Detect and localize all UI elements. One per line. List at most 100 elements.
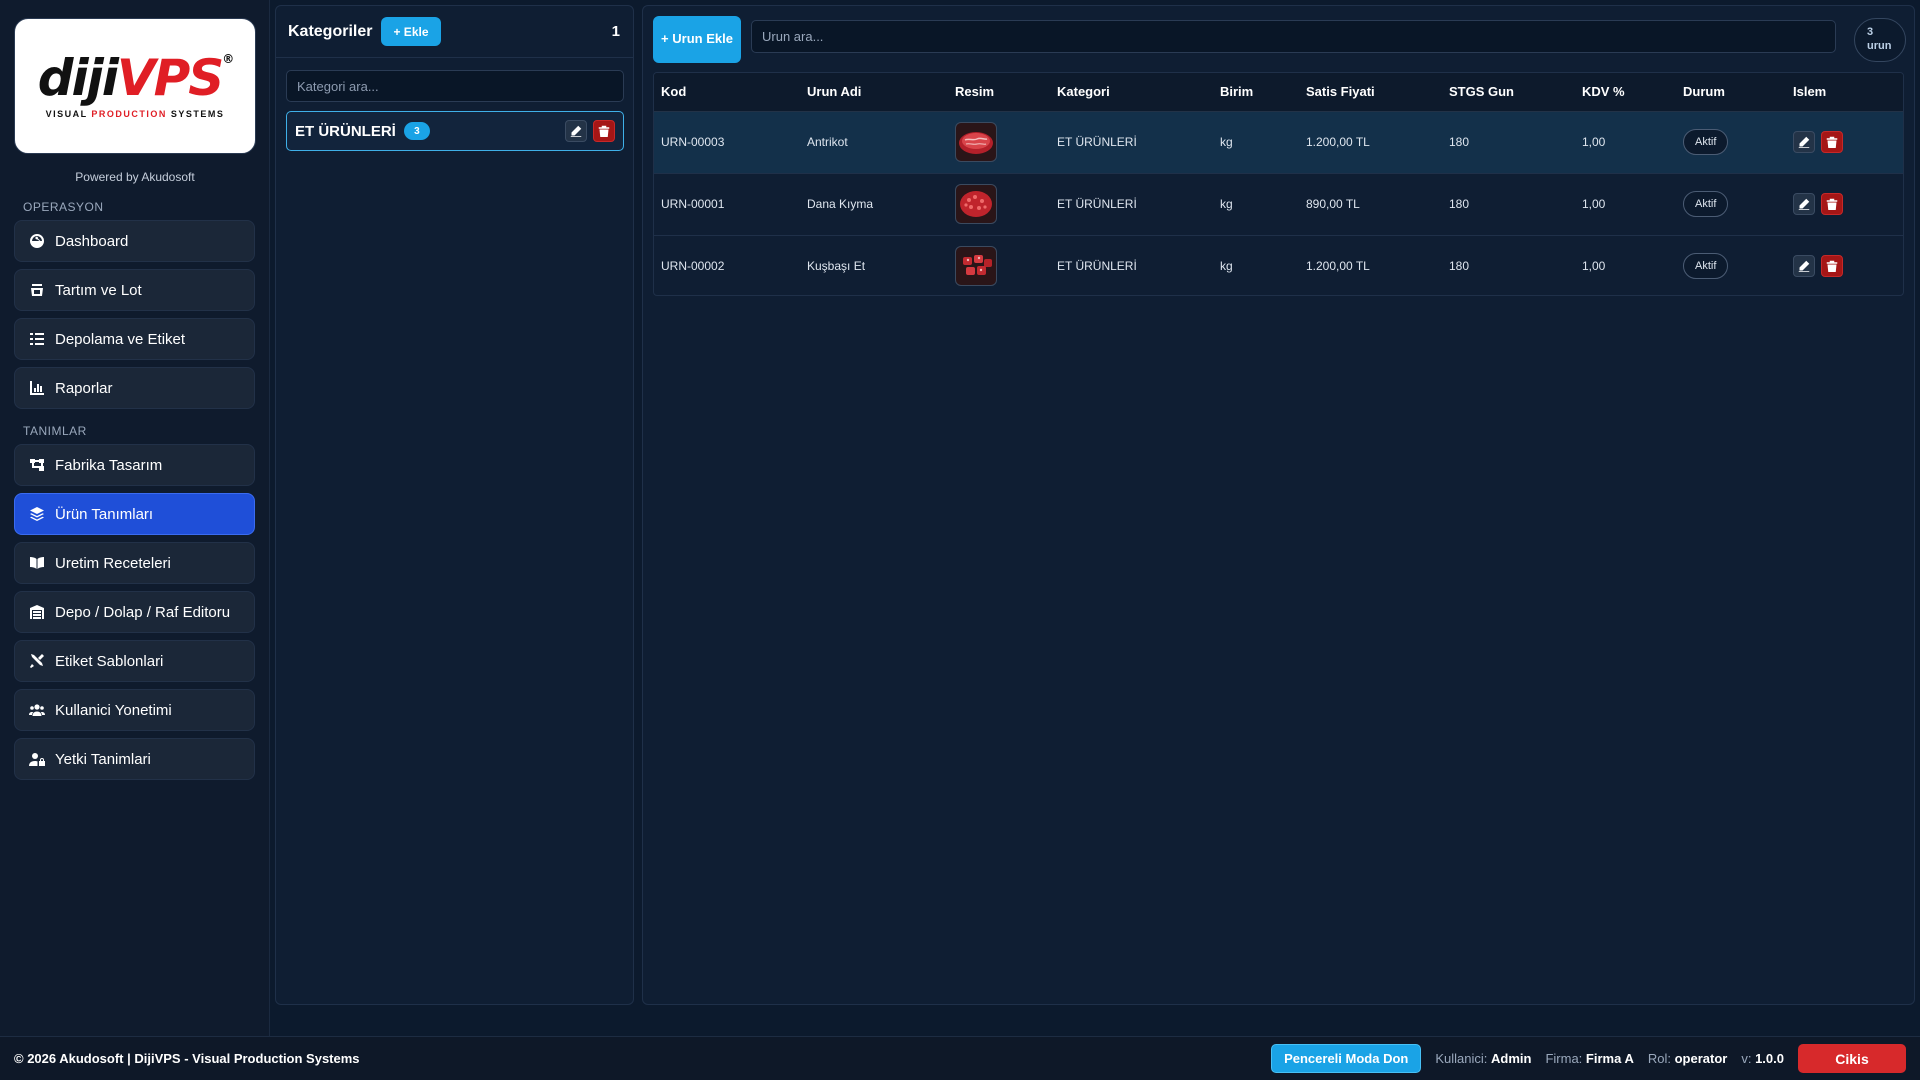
sidebar-item-uretim-receteleri[interactable]: Uretim Receteleri xyxy=(14,542,255,584)
cell-urun-adi: Kuşbaşı Et xyxy=(807,259,866,273)
sidebar-item-label: Ürün Tanımları xyxy=(55,505,154,523)
firm-info: Firma: Firma A xyxy=(1545,1051,1634,1066)
sidebar-item-label: Raporlar xyxy=(55,379,113,397)
cell-birim: kg xyxy=(1220,135,1233,149)
cell-resim xyxy=(948,173,1050,235)
sidebar-item-kullanici-yonetimi[interactable]: Kullanici Yonetimi xyxy=(14,689,255,731)
pencil-icon xyxy=(1798,136,1810,148)
trash-icon xyxy=(598,125,610,137)
chart-icon xyxy=(27,379,47,397)
product-image[interactable] xyxy=(955,122,997,162)
sidebar-item-label: Etiket Sablonlari xyxy=(55,652,164,670)
cell-durum: Aktif xyxy=(1676,111,1786,173)
tools-icon xyxy=(27,652,47,670)
table-header-row: Kod Urun Adi Resim Kategori Birim Satis … xyxy=(654,73,1903,112)
cell-satis-fiyati: 1.200,00 TL xyxy=(1306,135,1370,149)
category-header: Kategoriler + Ekle 1 xyxy=(276,6,633,58)
category-name: ET ÜRÜNLERİ xyxy=(295,122,396,140)
cell-durum: Aktif xyxy=(1676,173,1786,235)
column-header-kdv[interactable]: KDV % xyxy=(1575,73,1676,112)
add-category-button[interactable]: + Ekle xyxy=(381,17,441,46)
sidebar-item-label: Depo / Dolap / Raf Editoru xyxy=(55,603,231,621)
cell-kod: URN-00001 xyxy=(661,197,725,211)
logo: dijiVPS® VISUAL PRODUCTION SYSTEMS xyxy=(14,18,256,154)
product-search-input[interactable] xyxy=(751,20,1836,53)
status-badge: Aktif xyxy=(1683,253,1729,279)
edit-product-button[interactable] xyxy=(1793,193,1815,215)
cell-resim xyxy=(948,235,1050,295)
cell-stgs-gun: 180 xyxy=(1449,259,1470,273)
section-title-tanimlar: TANIMLAR xyxy=(23,424,87,438)
sidebar-item-fabrika[interactable]: Fabrika Tasarım xyxy=(14,444,255,486)
category-item[interactable]: ET ÜRÜNLERİ 3 xyxy=(286,111,624,151)
category-title: Kategoriler xyxy=(288,22,373,40)
column-header-birim[interactable]: Birim xyxy=(1213,73,1299,112)
sidebar-item-depolama[interactable]: Depolama ve Etiket xyxy=(14,318,255,360)
table-row[interactable]: URN-00003 Antrikot ET ÜRÜNLERİ kg 1.200,… xyxy=(654,111,1903,173)
sidebar-item-yetki-tanimlari[interactable]: Yetki Tanimlari xyxy=(14,738,255,780)
category-panel: Kategoriler + Ekle 1 ET ÜRÜNLERİ 3 xyxy=(275,5,634,1005)
windowed-mode-button[interactable]: Pencereli Moda Don xyxy=(1271,1044,1422,1073)
delete-category-button[interactable] xyxy=(593,120,615,142)
sidebar-item-dashboard[interactable]: Dashboard xyxy=(14,220,255,262)
sidebar-item-label: Fabrika Tasarım xyxy=(55,456,163,474)
sidebar-item-raporlar[interactable]: Raporlar xyxy=(14,367,255,409)
logo-tagline: VISUAL PRODUCTION SYSTEMS xyxy=(45,109,225,119)
cell-kod: URN-00003 xyxy=(661,135,725,149)
cell-durum: Aktif xyxy=(1676,235,1786,295)
cell-kdv: 1,00 xyxy=(1582,259,1606,273)
cell-islem xyxy=(1786,173,1903,235)
edit-product-button[interactable] xyxy=(1793,131,1815,153)
column-header-resim: Resim xyxy=(948,73,1050,112)
table-row[interactable]: URN-00001 Dana Kıyma ET ÜRÜNLERİ kg 890,… xyxy=(654,173,1903,235)
status-badge: Aktif xyxy=(1683,191,1729,217)
cell-resim xyxy=(948,111,1050,173)
table-row[interactable]: URN-00002 Kuşbaşı Et ET ÜRÜNLERİ kg 1.20… xyxy=(654,235,1903,295)
column-header-kategori[interactable]: Kategori xyxy=(1050,73,1213,112)
cell-kategori: ET ÜRÜNLERİ xyxy=(1057,135,1137,149)
product-count-unit: urun xyxy=(1867,40,1892,53)
column-header-durum[interactable]: Durum xyxy=(1676,73,1786,112)
list-icon xyxy=(27,330,47,348)
product-panel: + Urun Ekle 3 urun Kod Urun Adi Resim Ka… xyxy=(642,5,1915,1005)
trash-icon xyxy=(1826,260,1838,272)
dashboard-icon xyxy=(27,232,47,250)
column-header-stgs-gun[interactable]: STGS Gun xyxy=(1442,73,1575,112)
trash-icon xyxy=(1826,198,1838,210)
delete-product-button[interactable] xyxy=(1821,131,1843,153)
product-image[interactable] xyxy=(955,184,997,224)
delete-product-button[interactable] xyxy=(1821,255,1843,277)
cell-satis-fiyati: 1.200,00 TL xyxy=(1306,259,1370,273)
product-image[interactable] xyxy=(955,246,997,286)
add-product-button[interactable]: + Urun Ekle xyxy=(653,16,741,63)
sidebar-item-depo-editoru[interactable]: Depo / Dolap / Raf Editoru xyxy=(14,591,255,633)
column-header-urun-adi[interactable]: Urun Adi xyxy=(800,73,948,112)
sidebar-item-tartim[interactable]: Tartım ve Lot xyxy=(14,269,255,311)
role-info: Rol: operator xyxy=(1647,1051,1728,1066)
warehouse-icon xyxy=(27,603,47,621)
book-icon xyxy=(27,554,47,572)
sidebar-item-label: Kullanici Yonetimi xyxy=(55,701,172,719)
scale-icon xyxy=(27,281,47,299)
edit-product-button[interactable] xyxy=(1793,255,1815,277)
sidebar-item-urun-tanimlari[interactable]: Ürün Tanımları xyxy=(14,493,255,535)
powered-by: Powered by Akudosoft xyxy=(75,170,195,184)
column-header-satis-fiyati[interactable]: Satis Fiyati xyxy=(1299,73,1442,112)
edit-category-button[interactable] xyxy=(565,120,587,142)
sidebar-item-label: Tartım ve Lot xyxy=(55,281,142,299)
sidebar-item-etiket-sablonlari[interactable]: Etiket Sablonlari xyxy=(14,640,255,682)
version-info: v: 1.0.0 xyxy=(1741,1051,1784,1066)
pencil-icon xyxy=(1798,260,1810,272)
footer-right: Pencereli Moda Don Kullanici: Admin Firm… xyxy=(1271,1044,1906,1073)
category-search-input[interactable] xyxy=(286,70,624,102)
user-info: Kullanici: Admin xyxy=(1435,1051,1532,1066)
sitemap-icon xyxy=(27,456,47,474)
delete-product-button[interactable] xyxy=(1821,193,1843,215)
cell-birim: kg xyxy=(1220,259,1233,273)
status-badge: Aktif xyxy=(1683,129,1729,155)
cell-islem xyxy=(1786,111,1903,173)
column-header-kod[interactable]: Kod xyxy=(654,73,800,112)
product-count-badge: 3 urun xyxy=(1854,18,1906,62)
logout-button[interactable]: Cikis xyxy=(1798,1044,1906,1073)
column-header-islem: Islem xyxy=(1786,73,1903,112)
